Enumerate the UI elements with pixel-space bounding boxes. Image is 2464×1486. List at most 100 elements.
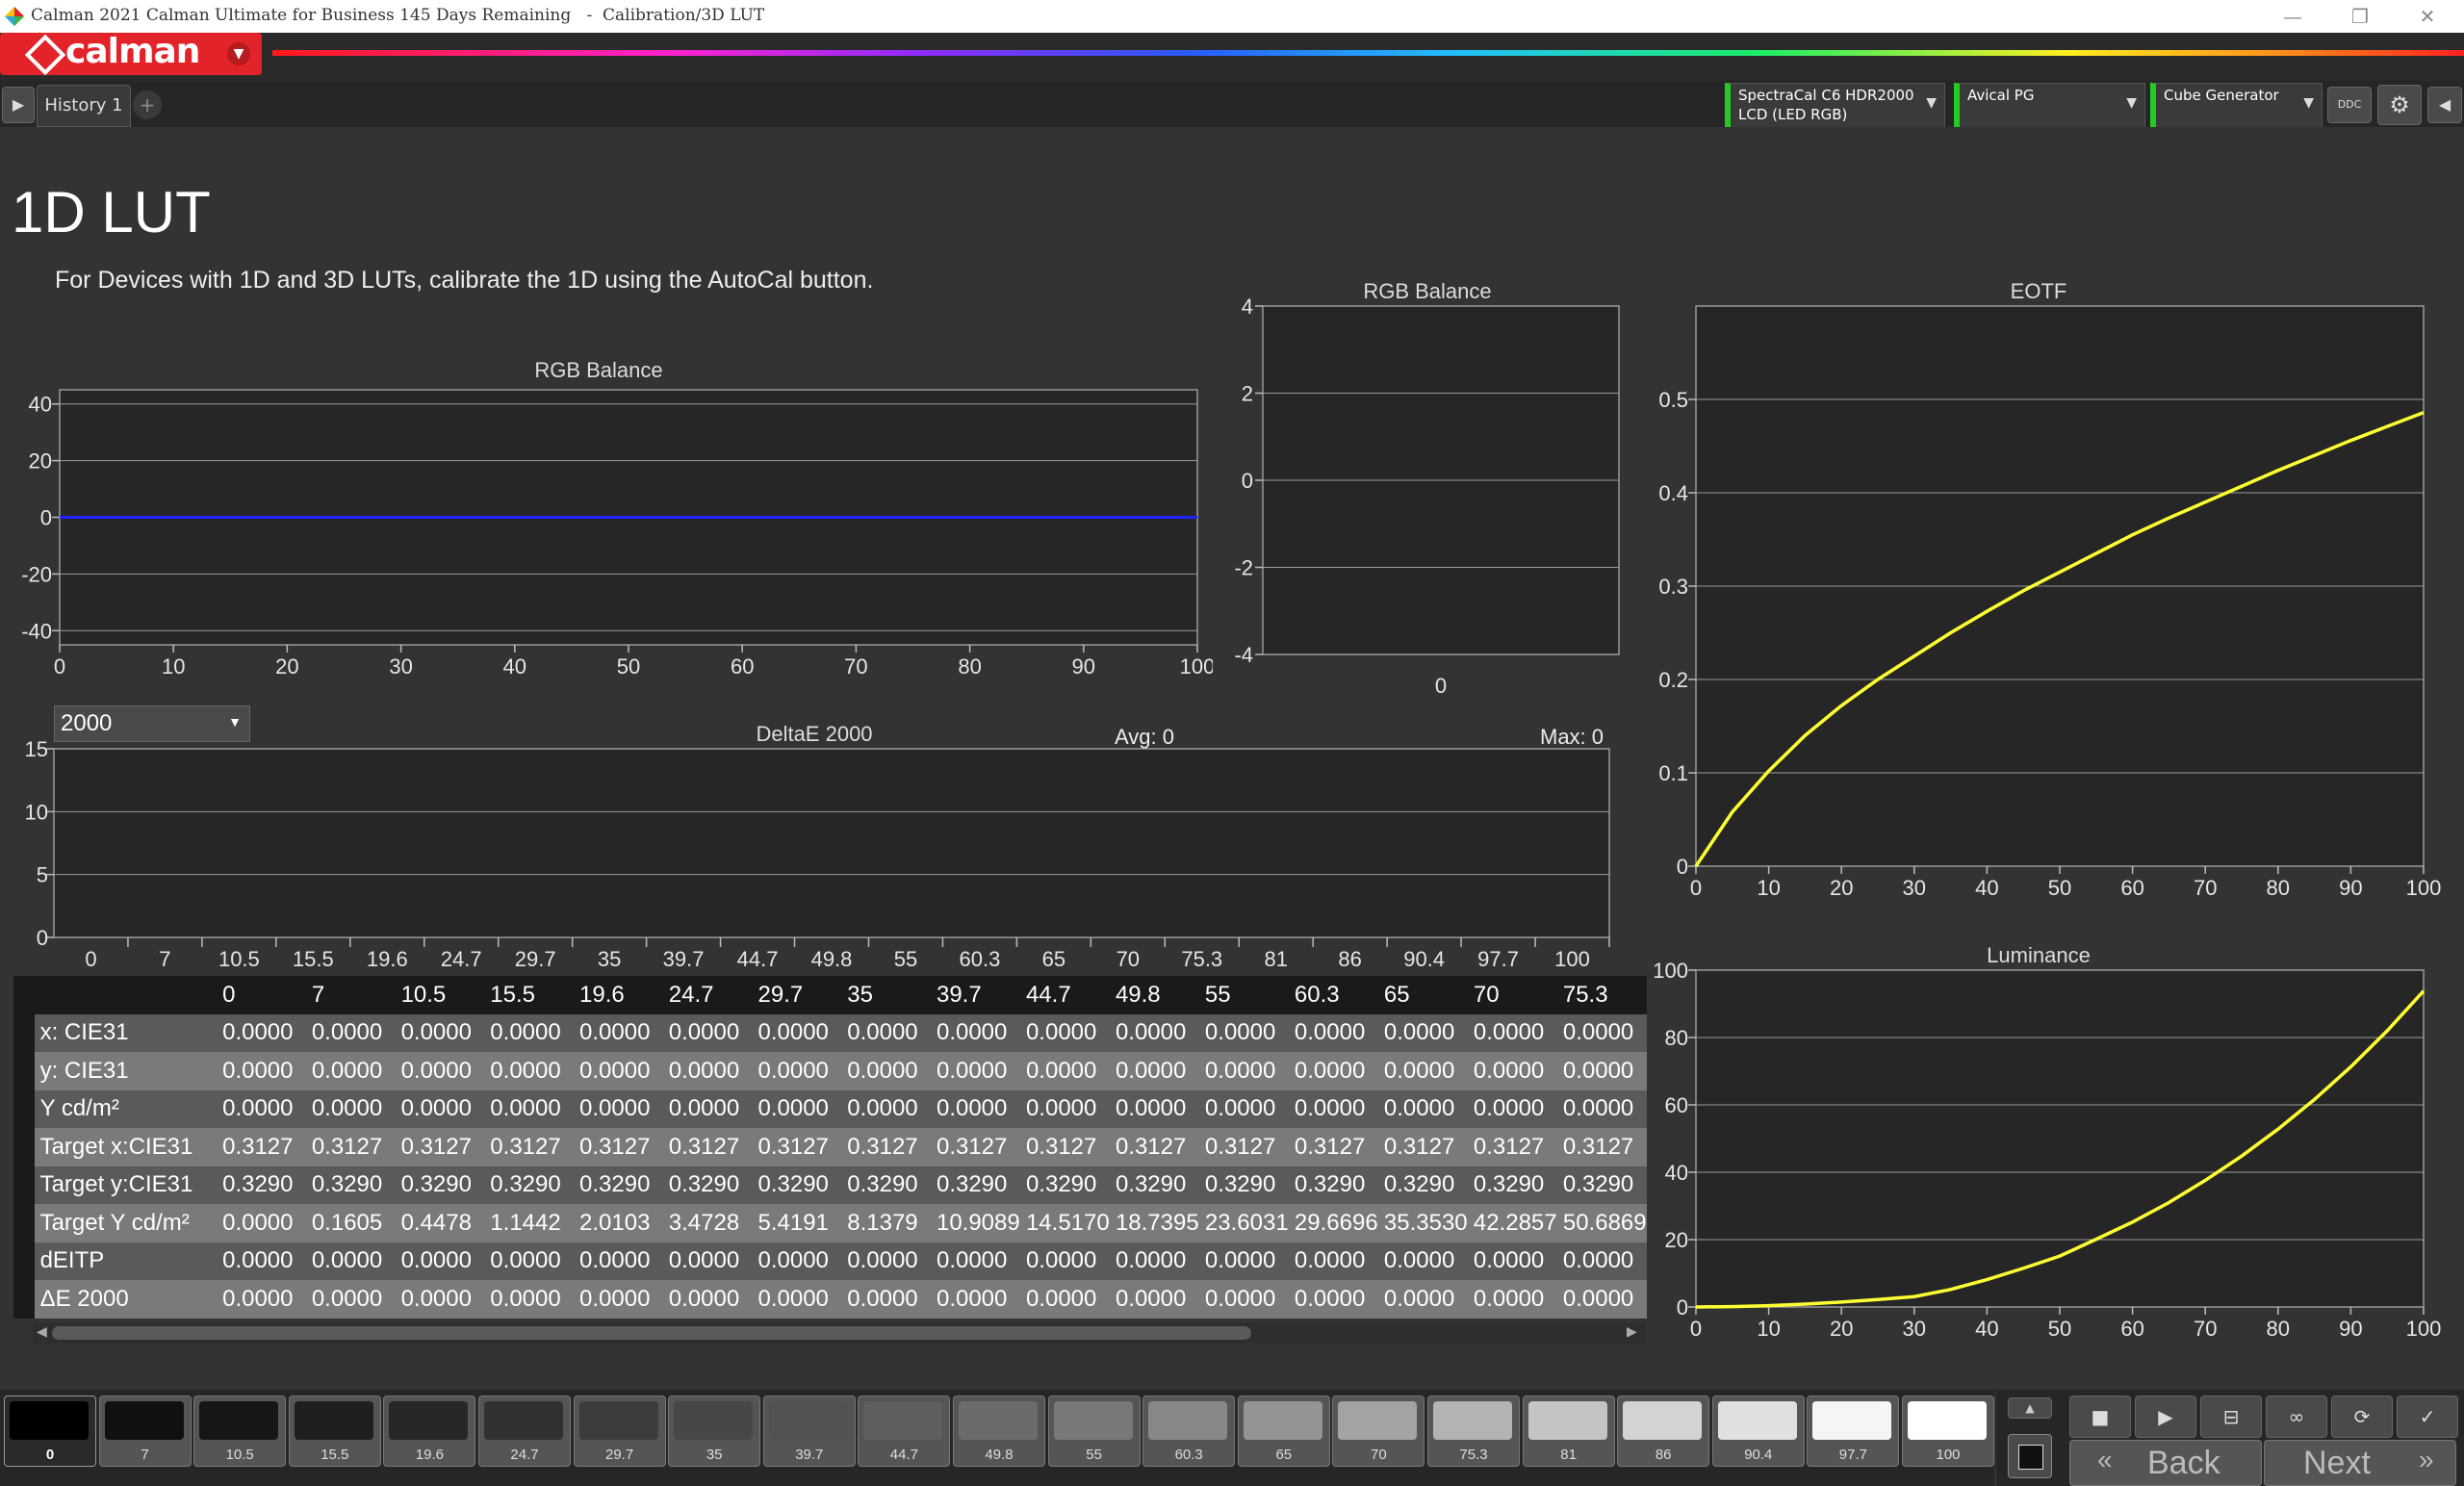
patch-swatch[interactable]: 65 [1237, 1396, 1330, 1467]
patch-swatch[interactable]: 15.5 [288, 1396, 381, 1467]
stop-icon[interactable]: ■ [2069, 1396, 2131, 1438]
x-tick-label: 0 [1690, 876, 1702, 900]
patch-swatch[interactable]: 90.4 [1711, 1396, 1805, 1467]
patch-swatch[interactable]: 7 [98, 1396, 192, 1467]
y-tick-label: 20 [29, 449, 52, 474]
table-cell: 0.0000 [1556, 1242, 1647, 1280]
column-header[interactable]: 29.7 [752, 976, 842, 1014]
column-header[interactable]: 19.6 [574, 976, 663, 1014]
patch-swatch[interactable]: 100 [1902, 1396, 1994, 1467]
column-header[interactable]: 7 [305, 976, 396, 1014]
minimize-icon[interactable]: — [2264, 0, 2322, 33]
play-icon[interactable]: ▶ [2, 87, 35, 123]
patch-swatch[interactable]: 19.6 [383, 1396, 476, 1467]
data-table: 0 7 10.5 15.5 19.6 24.7 29.7 35 39.7 44.7 49.8 55 60… [13, 976, 1647, 1319]
collapse-icon[interactable]: ◀ [2427, 87, 2462, 123]
gear-icon[interactable]: ⚙ [2377, 85, 2422, 125]
restore-icon[interactable]: ❐ [2331, 0, 2389, 33]
chevron-down-icon[interactable]: ▼ [227, 42, 250, 65]
patch-color [578, 1401, 658, 1440]
table-cell: 0.0000 [841, 1013, 931, 1052]
next-button[interactable]: Next » [2264, 1440, 2456, 1486]
patch-swatch[interactable]: 70 [1332, 1396, 1425, 1467]
patch-swatch[interactable]: 0 [4, 1396, 96, 1467]
patch-swatch[interactable]: 24.7 [478, 1396, 571, 1467]
y-tick-label: 0.4 [1658, 481, 1688, 505]
tab-history-1[interactable]: History 1 [37, 85, 131, 127]
cube-generator-selector[interactable]: Cube Generator ▼ [2150, 83, 2323, 129]
patch-label: 15.5 [321, 1447, 349, 1463]
continuous-icon[interactable]: ∞ [2266, 1396, 2327, 1438]
play-icon[interactable]: ▶ [2135, 1396, 2196, 1438]
patch-swatch[interactable]: 97.7 [1807, 1396, 1900, 1467]
scrollbar-thumb[interactable] [52, 1326, 1251, 1340]
table-cell: 0.0000 [1377, 1242, 1468, 1280]
calman-menu-button[interactable]: calman ▼ [0, 32, 262, 76]
refresh-icon[interactable]: ⟳ [2331, 1396, 2393, 1438]
column-header[interactable]: 49.8 [1109, 976, 1199, 1014]
patch-swatch[interactable]: 60.3 [1142, 1396, 1236, 1467]
patch-swatch[interactable]: 75.3 [1427, 1396, 1520, 1467]
row-label: ΔE 2000 [34, 1280, 218, 1319]
column-header[interactable]: 39.7 [930, 976, 1020, 1014]
table-cell: 0.0000 [841, 1280, 931, 1319]
column-header[interactable]: 70 [1467, 976, 1557, 1014]
column-header[interactable]: 15.5 [484, 976, 575, 1014]
scroll-right-icon[interactable]: ▶ [1627, 1324, 1637, 1340]
column-header[interactable]: 60.3 [1288, 976, 1378, 1014]
rgb-balance-chart: 40200-20-400 10 20 30 40 50 60 70 80 90 100 [21, 389, 1213, 679]
rainbow-stripe [272, 50, 2464, 56]
scroll-left-icon[interactable]: ◀ [37, 1324, 47, 1340]
table-cell: 0.0000 [574, 1280, 663, 1319]
y-tick-label: 0 [37, 926, 48, 950]
table-cell: 0.0000 [305, 1089, 396, 1128]
meter-selector[interactable]: SpectraCal C6 HDR2000 LCD (LED RGB) ▼ [1725, 83, 1945, 129]
stop-button[interactable] [2008, 1434, 2052, 1478]
column-header[interactable]: 55 [1198, 976, 1289, 1014]
back-label: Back [2147, 1445, 2220, 1481]
column-header[interactable]: 0 [217, 976, 306, 1014]
check-icon[interactable]: ✓ [2397, 1396, 2458, 1438]
table-cell: 0.0000 [752, 1280, 842, 1319]
row-stub [13, 1166, 35, 1204]
next-arrow-icon: » [2419, 1445, 2434, 1474]
add-tab-button[interactable]: + [133, 90, 162, 119]
column-header[interactable]: 24.7 [662, 976, 753, 1014]
table-cell: 0.0000 [395, 1052, 485, 1090]
table-row: ΔE 2000 0.0000 0.0000 0.0000 0.0000 0.0000 0.0… [13, 1280, 1647, 1319]
close-icon[interactable]: ✕ [2399, 0, 2456, 33]
patch-swatch[interactable]: 35 [668, 1396, 761, 1467]
patch-swatch[interactable]: 49.8 [953, 1396, 1045, 1467]
chevron-down-icon: ▼ [228, 714, 242, 730]
patch-swatch[interactable]: 29.7 [573, 1396, 666, 1467]
ddc-button[interactable]: DDC [2327, 87, 2372, 123]
table-cell: 0.3290 [395, 1166, 485, 1204]
patch-swatch[interactable]: 39.7 [762, 1396, 856, 1467]
table-cell: 2.0103 [574, 1204, 663, 1243]
patch-swatch[interactable]: 10.5 [193, 1396, 287, 1467]
x-tick-label: 70 [844, 654, 867, 679]
up-icon[interactable]: ▲ [2008, 1397, 2052, 1419]
patch-swatch[interactable]: 44.7 [858, 1396, 951, 1467]
table-cell: 0.0000 [1377, 1089, 1468, 1128]
deltae-formula-select[interactable]: 2000 ▼ [54, 705, 250, 742]
table-cell: 0.0000 [1019, 1242, 1110, 1280]
table-cell: 1.1442 [484, 1204, 575, 1243]
measurement-table: 0 7 10.5 15.5 19.6 24.7 29.7 35 39.7 44.7 49.8 55 60… [13, 976, 1647, 1322]
read-series-icon[interactable]: ⊟ [2200, 1396, 2262, 1438]
column-header[interactable]: 44.7 [1019, 976, 1110, 1014]
x-tick-label: 30 [389, 654, 412, 679]
table-cell: 0.0000 [217, 1204, 306, 1243]
column-header[interactable]: 75.3 [1556, 976, 1647, 1014]
patch-swatch[interactable]: 86 [1617, 1396, 1710, 1467]
column-header[interactable]: 65 [1377, 976, 1468, 1014]
page-title: 1D LUT [12, 180, 211, 244]
patch-swatch[interactable]: 81 [1522, 1396, 1615, 1467]
column-header[interactable]: 10.5 [395, 976, 485, 1014]
table-cell: 0.0000 [1288, 1242, 1378, 1280]
back-button[interactable]: « Back [2069, 1440, 2262, 1486]
pattern-generator-selector[interactable]: Avical PG ▼ [1954, 83, 2145, 129]
column-header[interactable]: 35 [841, 976, 931, 1014]
patch-swatch[interactable]: 55 [1047, 1396, 1141, 1467]
table-cell: 0.0000 [305, 1280, 396, 1319]
